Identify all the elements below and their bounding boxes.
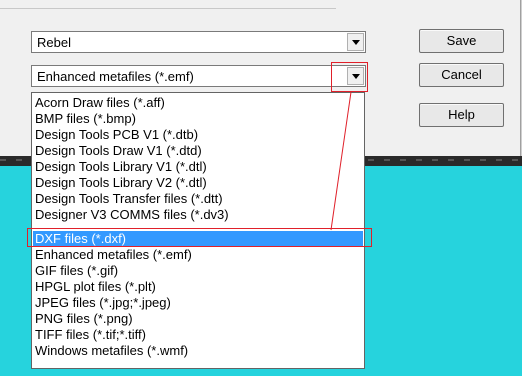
dialog-top-frame <box>0 0 336 9</box>
margin <box>522 0 532 376</box>
list-item[interactable]: TIFF files (*.tif;*.tiff) <box>35 327 146 343</box>
file-type-combo-value: Enhanced metafiles (*.emf) <box>37 69 194 84</box>
annotation-highlight-dxf <box>27 228 372 247</box>
save-button[interactable]: Save <box>419 29 504 53</box>
list-item[interactable]: Design Tools Library V1 (*.dtl) <box>35 159 207 175</box>
list-item[interactable]: Design Tools PCB V1 (*.dtb) <box>35 127 198 143</box>
list-item[interactable]: Acorn Draw files (*.aff) <box>35 95 165 111</box>
list-item[interactable]: BMP files (*.bmp) <box>35 111 136 127</box>
list-item[interactable]: Design Tools Transfer files (*.dtt) <box>35 191 223 207</box>
list-item[interactable]: JPEG files (*.jpg;*.jpeg) <box>35 295 171 311</box>
list-item[interactable]: Designer V3 COMMS files (*.dv3) <box>35 207 229 223</box>
list-item[interactable]: Windows metafiles (*.wmf) <box>35 343 188 359</box>
annotation-highlight-dropdown-arrow <box>331 62 368 92</box>
filename-combo[interactable]: Rebel <box>31 31 366 53</box>
file-type-combo[interactable]: Enhanced metafiles (*.emf) <box>31 65 366 87</box>
list-item[interactable]: Design Tools Library V2 (*.dtl) <box>35 175 207 191</box>
help-button[interactable]: Help <box>419 103 504 127</box>
list-item[interactable]: Enhanced metafiles (*.emf) <box>35 247 192 263</box>
chevron-down-icon <box>352 40 360 45</box>
cancel-button[interactable]: Cancel <box>419 63 504 87</box>
list-item[interactable]: Design Tools Draw V1 (*.dtd) <box>35 143 202 159</box>
filename-combo-value: Rebel <box>37 35 71 50</box>
list-item[interactable]: GIF files (*.gif) <box>35 263 118 279</box>
list-item[interactable]: PNG files (*.png) <box>35 311 133 327</box>
list-item[interactable]: HPGL plot files (*.plt) <box>35 279 156 295</box>
filename-combo-dropdown-button[interactable] <box>347 33 364 51</box>
